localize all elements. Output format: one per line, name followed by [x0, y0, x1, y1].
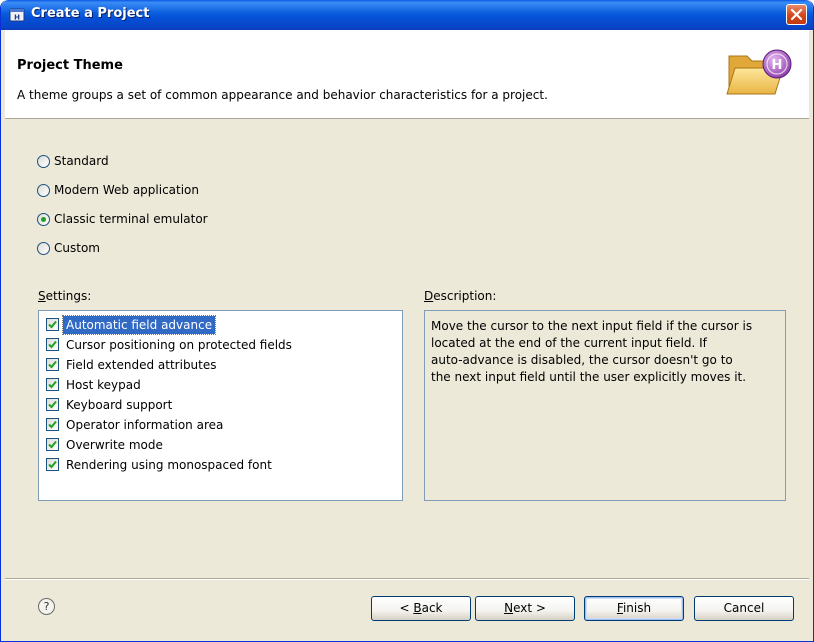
checkbox[interactable]: [46, 418, 59, 431]
page-title: Project Theme: [17, 58, 123, 73]
radio-button-selected[interactable]: [37, 213, 50, 226]
setting-label: Overwrite mode: [66, 438, 163, 452]
setting-label: Field extended attributes: [66, 358, 217, 372]
next-button[interactable]: Next >: [475, 596, 575, 621]
checkmark-icon: [48, 460, 57, 469]
close-icon: [790, 8, 803, 21]
radio-label: Classic terminal emulator: [54, 212, 208, 226]
back-button[interactable]: < Back: [371, 596, 471, 621]
settings-checklist[interactable]: Automatic field advance Cursor positioni…: [38, 310, 403, 501]
svg-text:H: H: [14, 14, 20, 22]
checkmark-icon: [48, 320, 57, 329]
back-label-accelerator: B: [413, 601, 422, 615]
help-icon: ?: [43, 600, 50, 613]
cancel-label: Cancel: [723, 601, 765, 615]
checkbox[interactable]: [46, 358, 59, 371]
checkmark-icon: [48, 440, 57, 449]
finish-button[interactable]: Finish: [584, 596, 684, 621]
description-line: the next input field until the user expl…: [431, 370, 747, 384]
checkbox[interactable]: [46, 318, 59, 331]
settings-label: Settings:: [38, 289, 91, 303]
next-label-rest: ext >: [513, 601, 546, 615]
close-button[interactable]: [786, 4, 807, 25]
finish-label-rest: inish: [622, 601, 652, 615]
description-text-area: Move the cursor to the next input field …: [424, 310, 786, 501]
setting-label: Rendering using monospaced font: [66, 458, 272, 472]
checkmark-icon: [48, 380, 57, 389]
checkmark-icon: [48, 340, 57, 349]
description-label-accelerator: D: [424, 289, 434, 303]
checkbox[interactable]: [46, 458, 59, 471]
help-button[interactable]: ?: [38, 598, 55, 615]
page-description: A theme groups a set of common appearanc…: [17, 88, 548, 102]
checkmark-icon: [48, 420, 57, 429]
radio-selected-dot: [41, 217, 46, 222]
setting-label: Operator information area: [66, 418, 224, 432]
description-line: auto-advance is disabled, the cursor doe…: [431, 353, 733, 367]
create-project-dialog: H Create a Project Project Theme A theme…: [0, 0, 814, 642]
setting-label: Host keypad: [66, 378, 141, 392]
back-label-rest: ack: [421, 601, 443, 615]
settings-label-accelerator: S: [38, 289, 46, 303]
radio-label: Modern Web application: [54, 183, 200, 197]
checkbox[interactable]: [46, 378, 59, 391]
description-line: Move the cursor to the next input field …: [431, 319, 753, 333]
radio-label: Custom: [54, 241, 100, 255]
wizard-banner: Project Theme A theme groups a set of co…: [5, 30, 809, 119]
checkbox[interactable]: [46, 438, 59, 451]
svg-text:H: H: [772, 58, 783, 73]
setting-label: Automatic field advance: [61, 315, 217, 335]
project-folder-icon: H: [726, 49, 792, 95]
radio-label: Standard: [54, 154, 109, 168]
checkmark-icon: [48, 360, 57, 369]
checkbox[interactable]: [46, 338, 59, 351]
checkmark-icon: [48, 400, 57, 409]
setting-label: Keyboard support: [66, 398, 173, 412]
footer-separator: [5, 578, 809, 580]
settings-label-text: ettings:: [45, 289, 92, 303]
window-title: Create a Project: [31, 6, 150, 21]
radio-button[interactable]: [37, 184, 50, 197]
back-label-prefix: <: [399, 601, 414, 615]
app-icon: H: [9, 8, 25, 22]
description-label: Description:: [424, 289, 496, 303]
description-label-text: escription:: [433, 289, 497, 303]
checkbox[interactable]: [46, 398, 59, 411]
description-line: located at the end of the current input …: [431, 336, 707, 350]
title-bar[interactable]: H Create a Project: [1, 0, 813, 30]
cancel-button[interactable]: Cancel: [694, 596, 794, 621]
radio-button[interactable]: [37, 155, 50, 168]
next-label-accelerator: N: [504, 601, 514, 615]
setting-label: Cursor positioning on protected fields: [66, 338, 292, 352]
radio-button[interactable]: [37, 242, 50, 255]
